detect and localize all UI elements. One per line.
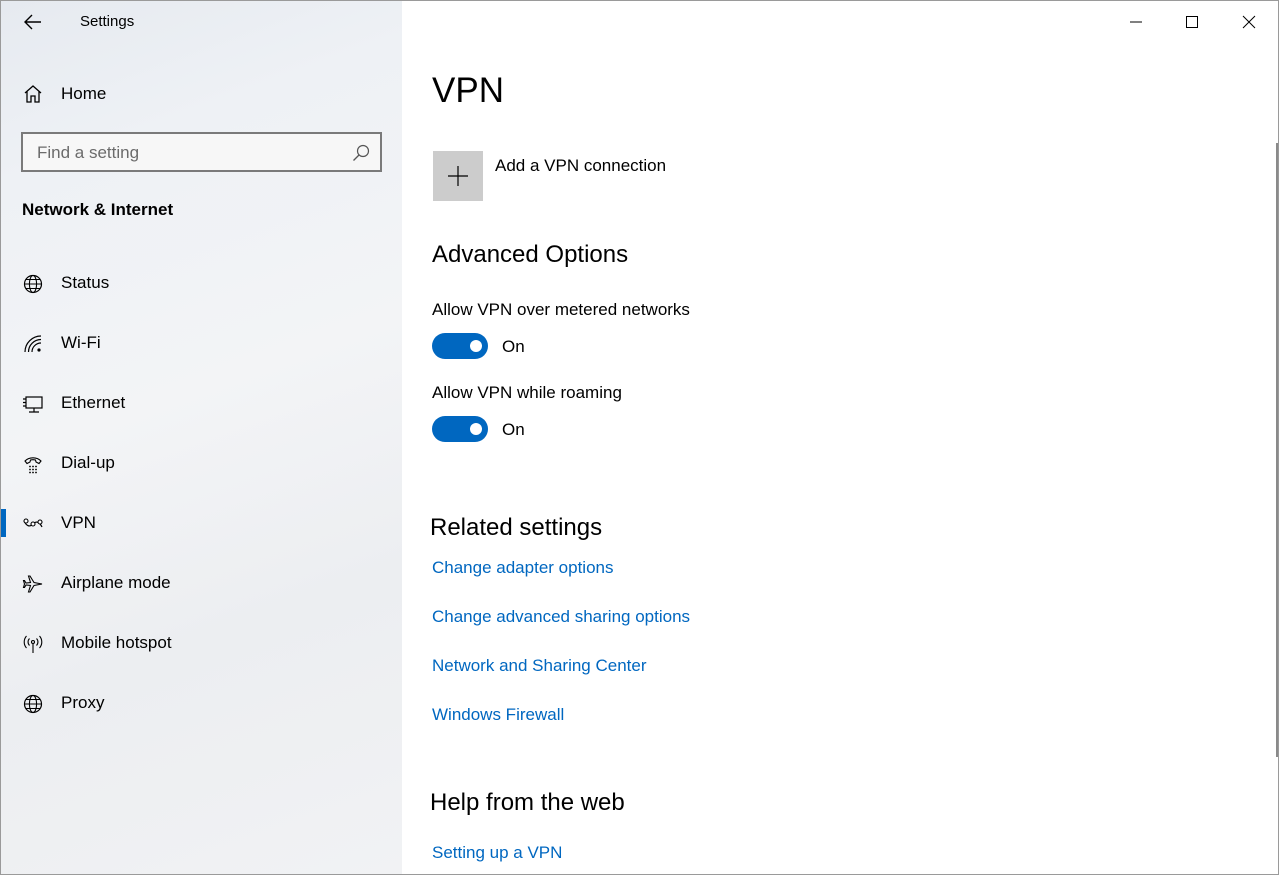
ethernet-icon bbox=[21, 392, 45, 416]
metered-option-label: Allow VPN over metered networks bbox=[432, 300, 690, 319]
page-title: VPN bbox=[432, 71, 504, 110]
sidebar-item-status[interactable]: Status bbox=[1, 259, 402, 309]
hotspot-icon bbox=[21, 632, 45, 656]
vpn-icon bbox=[21, 512, 45, 536]
network-sharing-center-link[interactable]: Network and Sharing Center bbox=[432, 656, 647, 676]
maximize-button[interactable] bbox=[1169, 7, 1215, 37]
plus-icon bbox=[448, 166, 468, 186]
sidebar-item-label: VPN bbox=[61, 513, 96, 532]
settings-window: Settings Home Network & Internet bbox=[0, 0, 1279, 875]
search-icon[interactable] bbox=[351, 143, 371, 163]
advanced-options-heading: Advanced Options bbox=[432, 241, 629, 268]
setting-up-vpn-link[interactable]: Setting up a VPN bbox=[432, 843, 562, 863]
metered-toggle-state: On bbox=[502, 337, 525, 356]
close-icon bbox=[1242, 15, 1256, 29]
minimize-button[interactable] bbox=[1113, 7, 1159, 37]
globe-status-icon bbox=[21, 272, 45, 296]
back-arrow-icon bbox=[24, 14, 41, 30]
section-title: Network & Internet bbox=[22, 200, 174, 219]
globe-icon bbox=[21, 692, 45, 716]
sidebar-item-vpn[interactable]: VPN bbox=[1, 499, 402, 549]
back-button[interactable] bbox=[15, 7, 51, 37]
sidebar-item-label: Mobile hotspot bbox=[61, 633, 172, 652]
scrollbar[interactable] bbox=[1276, 143, 1278, 757]
main-content: VPN Add a VPN connection Advanced Option… bbox=[402, 1, 1278, 874]
add-vpn-label[interactable]: Add a VPN connection bbox=[495, 156, 666, 176]
sidebar-item-mobile-hotspot[interactable]: Mobile hotspot bbox=[1, 619, 402, 669]
home-icon bbox=[21, 82, 45, 106]
dialup-icon bbox=[21, 452, 45, 476]
sidebar: Settings Home Network & Internet bbox=[1, 1, 402, 874]
add-vpn-button[interactable] bbox=[433, 151, 483, 201]
search-input[interactable] bbox=[37, 142, 337, 164]
sidebar-item-wifi[interactable]: Wi-Fi bbox=[1, 319, 402, 369]
sidebar-item-airplane-mode[interactable]: Airplane mode bbox=[1, 559, 402, 609]
sidebar-item-ethernet[interactable]: Ethernet bbox=[1, 379, 402, 429]
sidebar-item-dialup[interactable]: Dial-up bbox=[1, 439, 402, 489]
airplane-icon bbox=[21, 572, 45, 596]
toggle-knob bbox=[470, 340, 482, 352]
selection-indicator bbox=[1, 509, 6, 537]
wifi-icon bbox=[21, 332, 45, 356]
change-adapter-options-link[interactable]: Change adapter options bbox=[432, 558, 613, 578]
related-settings-heading: Related settings bbox=[430, 514, 603, 541]
sidebar-item-label: Dial-up bbox=[61, 453, 115, 472]
maximize-icon bbox=[1186, 16, 1198, 28]
metered-toggle[interactable] bbox=[432, 333, 488, 359]
toggle-knob bbox=[470, 423, 482, 435]
sidebar-item-label: Ethernet bbox=[61, 393, 126, 412]
sidebar-item-proxy[interactable]: Proxy bbox=[1, 679, 402, 729]
app-title: Settings bbox=[80, 13, 135, 30]
roaming-option-label: Allow VPN while roaming bbox=[432, 383, 622, 402]
roaming-toggle-state: On bbox=[502, 420, 525, 439]
roaming-toggle[interactable] bbox=[432, 416, 488, 442]
close-button[interactable] bbox=[1226, 7, 1272, 37]
sidebar-item-label: Home bbox=[61, 84, 107, 103]
search-box bbox=[21, 132, 382, 172]
windows-firewall-link[interactable]: Windows Firewall bbox=[432, 705, 564, 725]
sidebar-item-label: Status bbox=[61, 273, 110, 292]
change-advanced-sharing-link[interactable]: Change advanced sharing options bbox=[432, 607, 690, 627]
sidebar-item-label: Proxy bbox=[61, 693, 105, 712]
sidebar-item-home[interactable]: Home bbox=[1, 75, 402, 113]
sidebar-item-label: Wi-Fi bbox=[61, 333, 101, 352]
minimize-icon bbox=[1130, 21, 1142, 23]
sidebar-item-label: Airplane mode bbox=[61, 573, 171, 592]
help-heading: Help from the web bbox=[430, 789, 625, 816]
